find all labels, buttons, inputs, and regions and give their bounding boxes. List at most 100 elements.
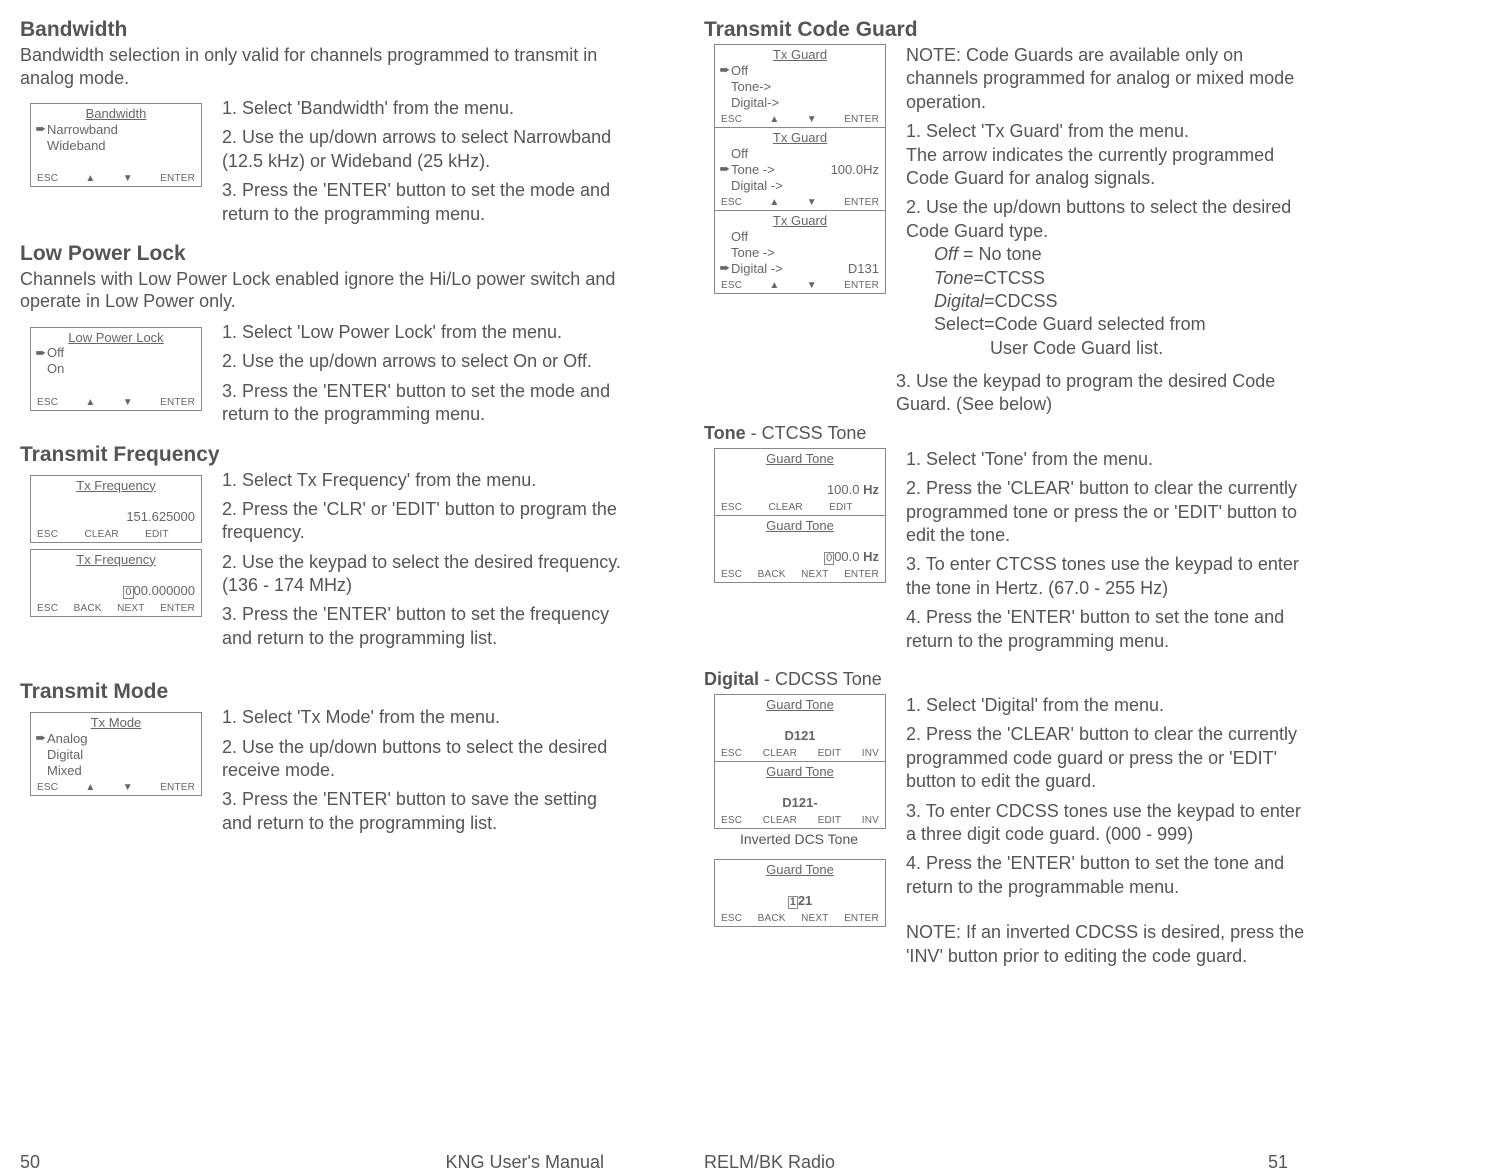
lcd-value: D121 — [784, 728, 815, 743]
footer-text: RELM/BK Radio — [704, 1152, 835, 1173]
softkey-clear[interactable]: CLEAR — [84, 529, 118, 540]
steps-txcode: NOTE: Code Guards are available only on … — [896, 44, 1308, 360]
softkey-down[interactable]: ▼ — [807, 280, 817, 291]
steps-digital: 1. Select 'Digital' from the menu. 2. Pr… — [896, 694, 1308, 968]
sub-heading-tone: Tone - CTCSS Tone — [704, 423, 1308, 444]
softkey-enter[interactable]: ENTER — [844, 280, 879, 291]
step: 1. Select 'Digital' from the menu. — [906, 694, 1308, 717]
lcd-option: Digital — [47, 747, 83, 762]
softkey-edit[interactable]: EDIT — [818, 748, 842, 759]
softkey-esc[interactable]: ESC — [37, 603, 58, 614]
lcd-title: Guard Tone — [715, 860, 885, 877]
softkey-up[interactable]: ▲ — [769, 280, 779, 291]
softkey-esc[interactable]: ESC — [37, 397, 58, 408]
lcd-value: D121- — [782, 795, 817, 810]
step: 3. Press the 'ENTER' button to set the f… — [222, 603, 624, 650]
softkey-esc[interactable]: ESC — [721, 913, 742, 924]
type-off: Off — [934, 244, 958, 264]
lcd-option: Off — [47, 345, 64, 360]
note: NOTE: If an inverted CDCSS is desired, p… — [906, 921, 1308, 968]
lcd-value: 000.000000 — [123, 583, 197, 599]
softkey-esc[interactable]: ESC — [37, 782, 58, 793]
softkey-edit[interactable]: EDIT — [818, 815, 842, 826]
step: The arrow indicates the currently progra… — [906, 144, 1308, 191]
softkey-inv[interactable]: INV — [862, 815, 879, 826]
softkey-esc[interactable]: ESC — [721, 280, 742, 291]
softkey-up[interactable]: ▲ — [85, 173, 95, 184]
step: 2. Press the 'CLEAR' button to clear the… — [906, 723, 1308, 793]
softkey-up[interactable]: ▲ — [769, 114, 779, 125]
softkey-clear[interactable]: CLEAR — [763, 748, 797, 759]
lcd-txfreq-2: Tx Frequency 000.000000 ESC BACK NEXT EN… — [30, 549, 202, 617]
softkey-down[interactable]: ▼ — [123, 782, 133, 793]
softkey-back[interactable]: BACK — [74, 603, 102, 614]
softkey-enter[interactable]: ENTER — [160, 782, 195, 793]
step: 1. Select Tx Frequency' from the menu. — [222, 469, 624, 492]
softkey-esc[interactable]: ESC — [721, 502, 742, 513]
softkey-next[interactable]: NEXT — [117, 603, 144, 614]
lcd-option: Tone -> — [731, 162, 775, 177]
lcd-digital-2: Guard Tone D121- ESC CLEAR EDIT INV — [714, 762, 886, 829]
softkey-enter[interactable]: ENTER — [160, 397, 195, 408]
softkey-esc[interactable]: ESC — [721, 748, 742, 759]
softkey-esc[interactable]: ESC — [37, 529, 58, 540]
softkey-inv[interactable]: INV — [862, 748, 879, 759]
lcd-title: Guard Tone — [715, 762, 885, 779]
softkey-esc[interactable]: ESC — [721, 114, 742, 125]
lcd-txfreq-1: Tx Frequency 151.625000 ESC CLEAR EDIT — [30, 475, 202, 543]
lcd-option: Tone-> — [731, 79, 771, 94]
lcd-txmode: Tx Mode ➨Analog Digital Mixed ESC ▲ ▼ EN… — [30, 712, 202, 796]
intro-bandwidth: Bandwidth selection in only valid for ch… — [20, 44, 624, 89]
lcd-option: Tone -> — [731, 245, 775, 260]
softkey-enter[interactable]: ENTER — [160, 173, 195, 184]
sub-label-inverted: Inverted DCS Tone — [714, 831, 884, 847]
softkey-clear[interactable]: CLEAR — [768, 502, 802, 513]
step: 3. To enter CTCSS tones use the keypad t… — [906, 553, 1308, 600]
note: NOTE: Code Guards are available only on … — [906, 44, 1308, 114]
step: 3. To enter CDCSS tones use the keypad t… — [906, 800, 1308, 847]
lcd-value: 151.625000 — [126, 509, 197, 524]
softkey-up[interactable]: ▲ — [769, 197, 779, 208]
lcd-option: On — [47, 361, 64, 376]
softkey-down[interactable]: ▼ — [123, 173, 133, 184]
softkey-back[interactable]: BACK — [758, 569, 786, 580]
softkey-up[interactable]: ▲ — [85, 397, 95, 408]
softkey-enter[interactable]: ENTER — [160, 603, 195, 614]
lcd-title: Low Power Lock — [31, 328, 201, 345]
sub-heading-digital: Digital - CDCSS Tone — [704, 669, 1308, 690]
softkey-esc[interactable]: ESC — [721, 569, 742, 580]
softkey-down[interactable]: ▼ — [123, 397, 133, 408]
softkey-down[interactable]: ▼ — [807, 197, 817, 208]
step: 1. Select 'Bandwidth' from the menu. — [222, 97, 624, 120]
arrow-icon: ➨ — [35, 730, 47, 746]
step: 3. Press the 'ENTER' button to save the … — [222, 788, 624, 835]
softkey-esc[interactable]: ESC — [721, 197, 742, 208]
lcd-title: Bandwidth — [31, 104, 201, 121]
lcd-value: 100.0Hz — [831, 162, 881, 177]
softkey-edit[interactable]: EDIT — [829, 502, 853, 513]
softkey-down[interactable]: ▼ — [807, 114, 817, 125]
step: 2. Press the 'CLEAR' button to clear the… — [906, 477, 1308, 547]
lcd-title: Tx Mode — [31, 713, 201, 730]
step: 2. Press the 'CLR' or 'EDIT' button to p… — [222, 498, 624, 545]
softkey-clear[interactable]: CLEAR — [763, 815, 797, 826]
softkey-next[interactable]: NEXT — [801, 913, 828, 924]
step: 3. Press the 'ENTER' button to set the m… — [222, 380, 624, 427]
step: 4. Press the 'ENTER' button to set the t… — [906, 852, 1308, 899]
softkey-next[interactable]: NEXT — [801, 569, 828, 580]
softkey-back[interactable]: BACK — [758, 913, 786, 924]
softkey-edit[interactable]: EDIT — [145, 529, 169, 540]
steps-txmode: 1. Select 'Tx Mode' from the menu. 2. Us… — [212, 706, 624, 841]
softkey-esc[interactable]: ESC — [37, 173, 58, 184]
softkey-enter[interactable]: ENTER — [844, 913, 879, 924]
softkey-esc[interactable]: ESC — [721, 815, 742, 826]
softkey-enter[interactable]: ENTER — [844, 569, 879, 580]
step: 1. Select 'Tone' from the menu. — [906, 448, 1308, 471]
lcd-txguard-a: Tx Guard ➨Off Tone-> Digital-> ESC ▲ ▼ E… — [714, 44, 886, 128]
softkey-enter[interactable]: ENTER — [844, 114, 879, 125]
softkey-up[interactable]: ▲ — [85, 782, 95, 793]
heading-txcode: Transmit Code Guard — [704, 18, 1308, 42]
softkey-enter[interactable]: ENTER — [844, 197, 879, 208]
lcd-tone-1: Guard Tone 100.0 Hz ESC CLEAR EDIT — [714, 448, 886, 516]
heading-bandwidth: Bandwidth — [20, 18, 624, 42]
